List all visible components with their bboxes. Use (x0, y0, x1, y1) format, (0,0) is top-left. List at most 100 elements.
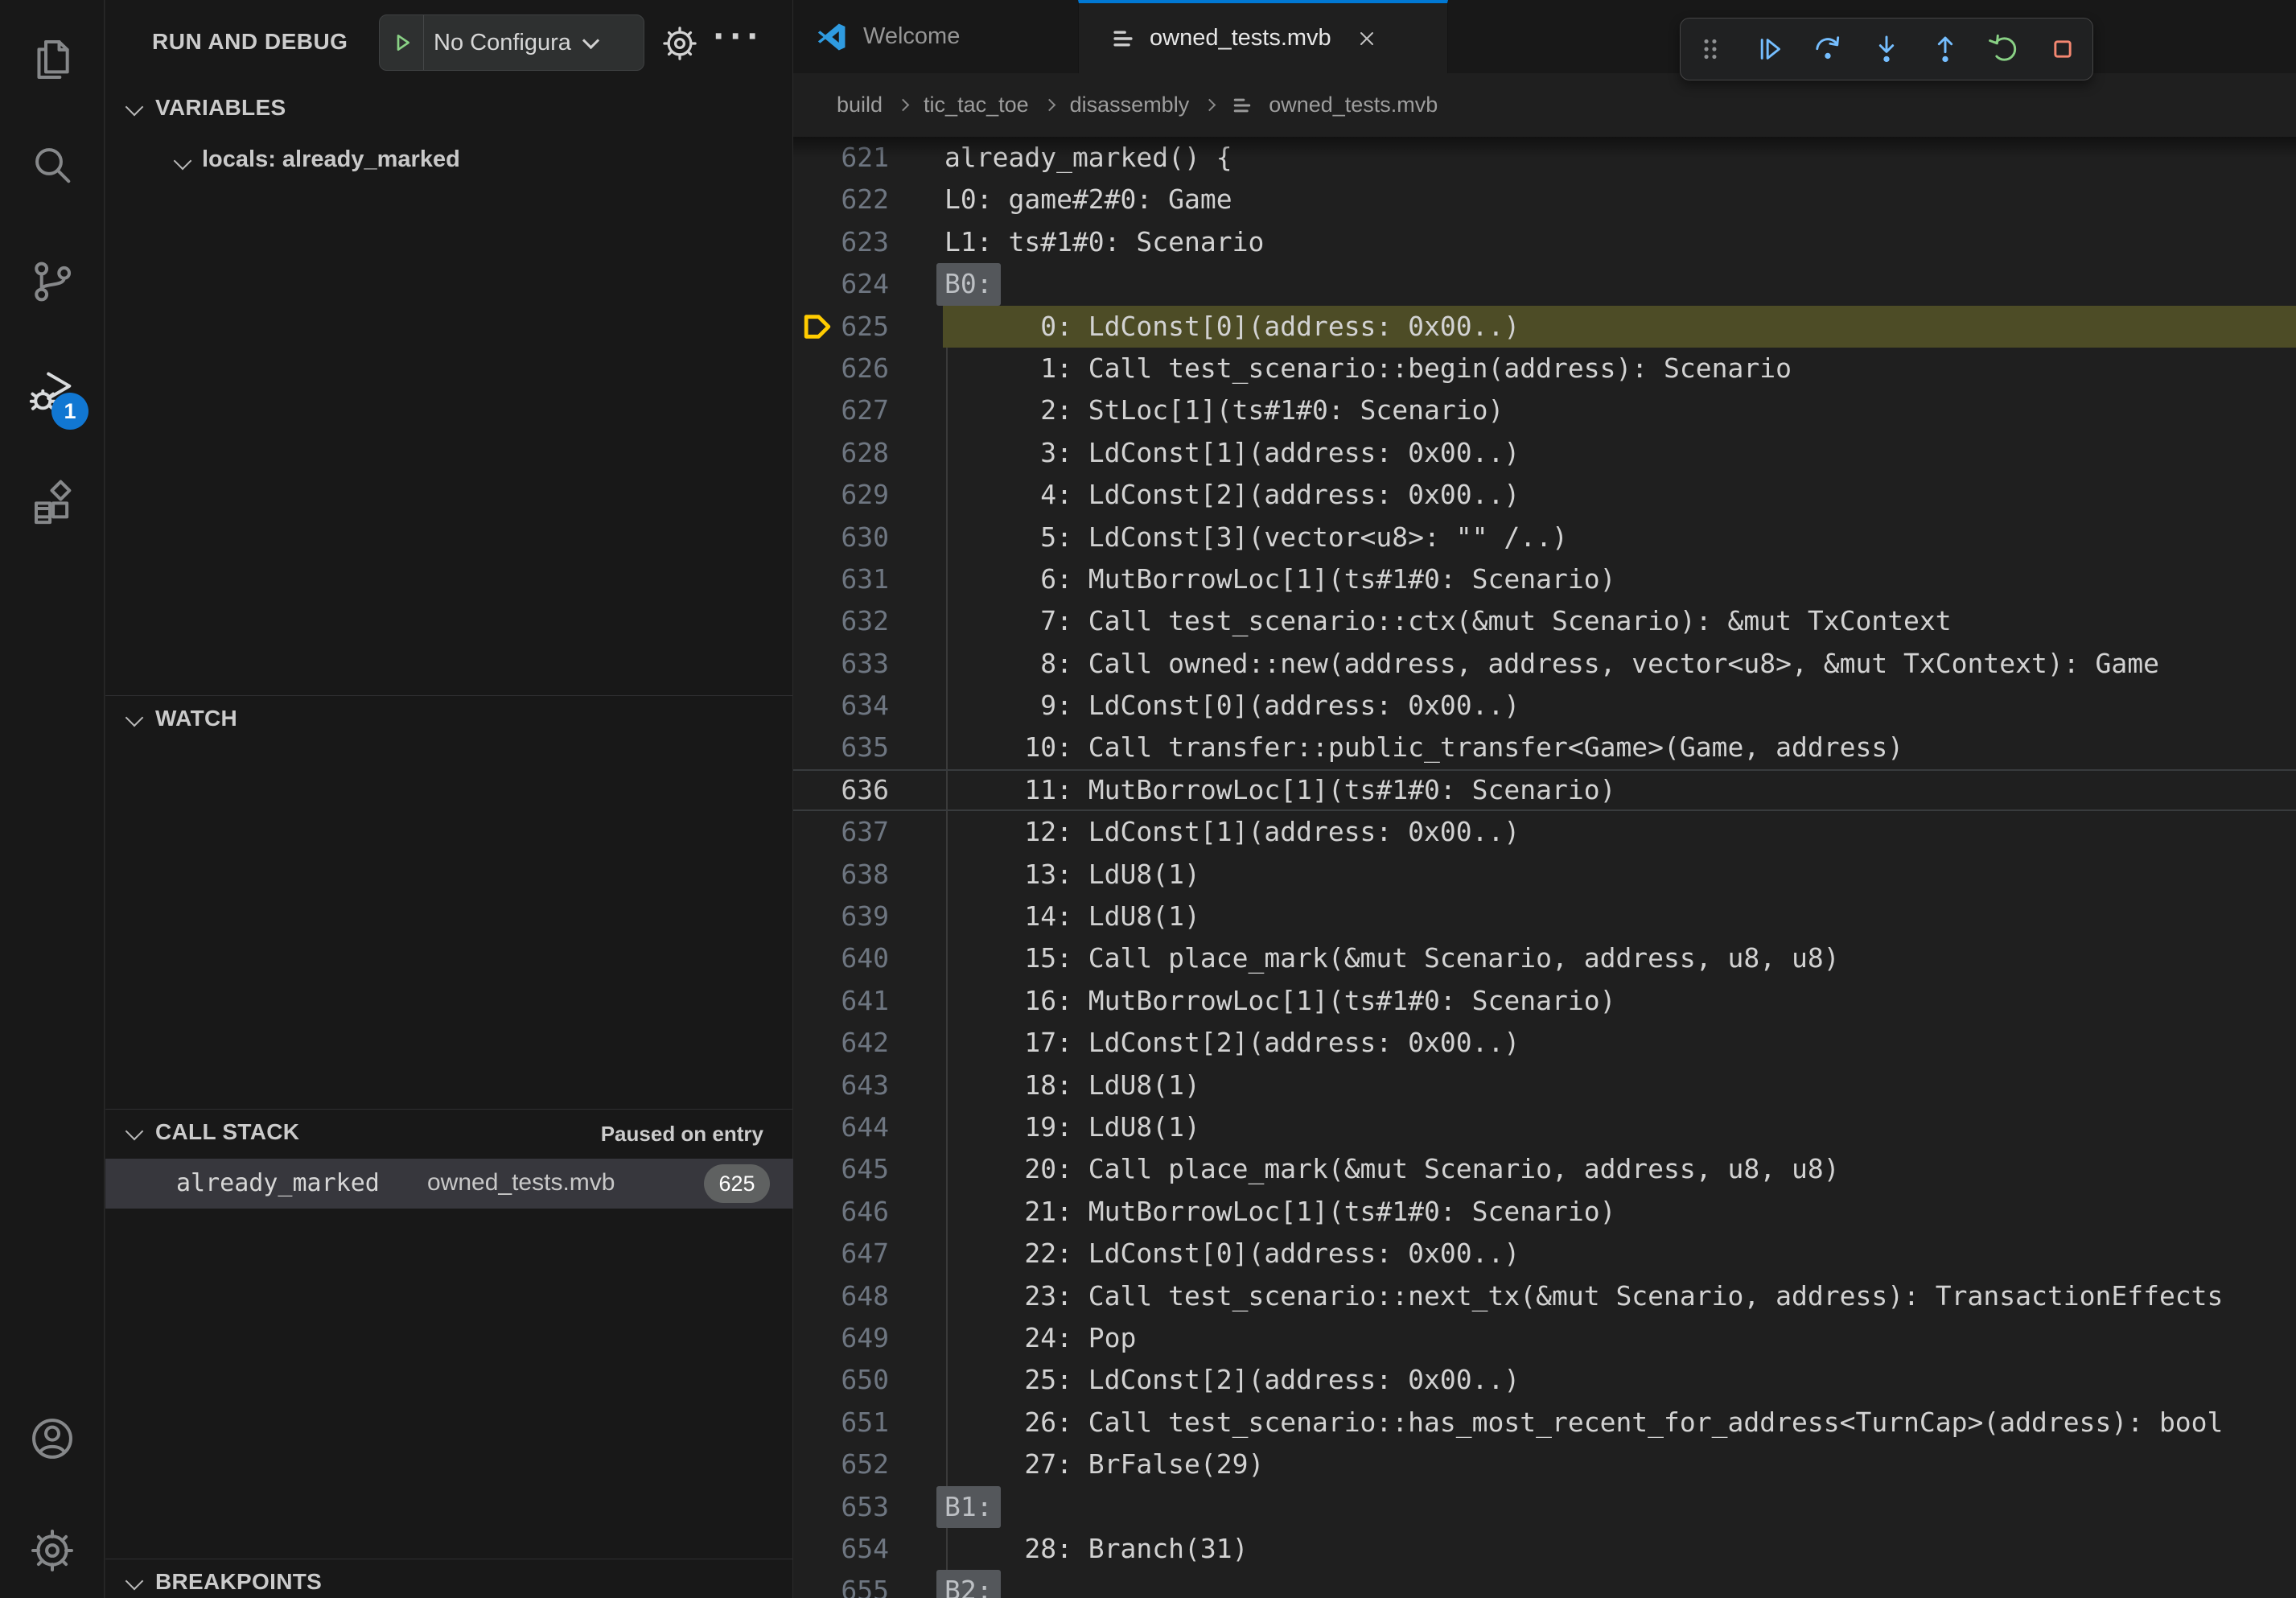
code-line[interactable]: 648 23: Call test_scenario::next_tx(&mut… (793, 1275, 2296, 1317)
line-number[interactable]: 631 (793, 558, 889, 600)
code-line[interactable]: 635 10: Call transfer::public_transfer<G… (793, 727, 2296, 768)
code-line[interactable]: 634 9: LdConst[0](address: 0x00..) (793, 685, 2296, 727)
code-line[interactable]: 625 0: LdConst[0](address: 0x00..) (793, 306, 2296, 348)
breadcrumb-file[interactable]: owned_tests.mvb (1269, 93, 1438, 117)
code-line[interactable]: 642 17: LdConst[2](address: 0x00..) (793, 1022, 2296, 1064)
code-line[interactable]: 630 5: LdConst[3](vector<u8>: "" /..) (793, 517, 2296, 558)
code-line[interactable]: 629 4: LdConst[2](address: 0x00..) (793, 474, 2296, 516)
tab-owned-tests[interactable]: owned_tests.mvb (1078, 0, 1448, 73)
line-number[interactable]: 630 (793, 517, 889, 558)
breadcrumb-item[interactable]: build (837, 93, 883, 117)
stop-icon[interactable] (2045, 31, 2080, 67)
line-number[interactable]: 654 (793, 1528, 889, 1570)
line-number[interactable]: 623 (793, 221, 889, 263)
explorer-icon[interactable] (27, 32, 78, 84)
gear-icon[interactable] (659, 23, 701, 64)
line-number[interactable]: 638 (793, 854, 889, 896)
code-line[interactable]: 650 25: LdConst[2](address: 0x00..) (793, 1359, 2296, 1401)
code-line[interactable]: 638 13: LdU8(1) (793, 854, 2296, 896)
chevron-down-icon[interactable] (125, 1122, 144, 1141)
code-line[interactable]: 655B2: (793, 1570, 2296, 1598)
code-line[interactable]: 637 12: LdConst[1](address: 0x00..) (793, 811, 2296, 853)
code-line[interactable]: 628 3: LdConst[1](address: 0x00..) (793, 432, 2296, 474)
section-watch[interactable]: WATCH (155, 706, 237, 731)
step-into-icon[interactable] (1869, 31, 1904, 67)
code-line[interactable]: 653B1: (793, 1486, 2296, 1528)
restart-icon[interactable] (1986, 31, 2022, 67)
drag-handle-icon[interactable] (1693, 31, 1728, 67)
code-line[interactable]: 645 20: Call place_mark(&mut Scenario, a… (793, 1148, 2296, 1190)
account-icon[interactable] (27, 1413, 78, 1464)
line-number[interactable]: 622 (793, 179, 889, 220)
line-number[interactable]: 629 (793, 474, 889, 516)
variables-scope-locals[interactable]: locals: already_marked (202, 146, 460, 173)
chevron-down-icon[interactable] (125, 709, 144, 727)
extensions-icon[interactable] (27, 480, 78, 531)
code-line[interactable]: 639 14: LdU8(1) (793, 896, 2296, 937)
close-icon[interactable] (1352, 24, 1381, 53)
line-number[interactable]: 649 (793, 1317, 889, 1359)
line-number[interactable]: 653 (793, 1486, 889, 1528)
section-breakpoints[interactable]: BREAKPOINTS (155, 1569, 322, 1595)
code-line[interactable]: 632 7: Call test_scenario::ctx(&mut Scen… (793, 600, 2296, 642)
more-actions-icon[interactable]: ··· (710, 14, 767, 59)
chevron-down-icon[interactable] (174, 152, 192, 171)
settings-gear-icon[interactable] (27, 1525, 78, 1576)
breadcrumb-item[interactable]: tic_tac_toe (924, 93, 1029, 117)
line-number[interactable]: 628 (793, 432, 889, 474)
breadcrumb-item[interactable]: disassembly (1070, 93, 1190, 117)
line-number[interactable]: 647 (793, 1233, 889, 1275)
code-line[interactable]: 646 21: MutBorrowLoc[1](ts#1#0: Scenario… (793, 1191, 2296, 1233)
code-line[interactable]: 626 1: Call test_scenario::begin(address… (793, 348, 2296, 389)
line-number[interactable]: 651 (793, 1402, 889, 1444)
section-variables[interactable]: VARIABLES (155, 95, 286, 121)
code-line[interactable]: 641 16: MutBorrowLoc[1](ts#1#0: Scenario… (793, 980, 2296, 1022)
line-number[interactable]: 648 (793, 1275, 889, 1317)
code-line[interactable]: 636 11: MutBorrowLoc[1](ts#1#0: Scenario… (793, 769, 2296, 811)
search-icon[interactable] (27, 139, 78, 191)
code-line[interactable]: 651 26: Call test_scenario::has_most_rec… (793, 1402, 2296, 1444)
line-number[interactable]: 627 (793, 389, 889, 431)
line-number[interactable]: 646 (793, 1191, 889, 1233)
code-area[interactable]: 621already_marked() {622L0: game#2#0: Ga… (793, 137, 2296, 1598)
line-number[interactable]: 633 (793, 643, 889, 685)
code-line[interactable]: 652 27: BrFalse(29) (793, 1444, 2296, 1485)
line-number[interactable]: 644 (793, 1106, 889, 1148)
chevron-down-icon[interactable] (125, 98, 144, 117)
step-out-icon[interactable] (1928, 31, 1963, 67)
code-line[interactable]: 643 18: LdU8(1) (793, 1065, 2296, 1106)
code-line[interactable]: 622L0: game#2#0: Game (793, 179, 2296, 220)
code-line[interactable]: 644 19: LdU8(1) (793, 1106, 2296, 1148)
line-number[interactable]: 634 (793, 685, 889, 727)
continue-icon[interactable] (1751, 31, 1787, 67)
tab-welcome[interactable]: Welcome (793, 0, 1078, 73)
code-line[interactable]: 623L1: ts#1#0: Scenario (793, 221, 2296, 263)
line-number[interactable]: 624 (793, 263, 889, 305)
code-line[interactable]: 654 28: Branch(31) (793, 1528, 2296, 1570)
line-number[interactable]: 637 (793, 811, 889, 853)
start-debug-play-icon[interactable] (380, 30, 423, 56)
code-line[interactable]: 649 24: Pop (793, 1317, 2296, 1359)
line-number[interactable]: 639 (793, 896, 889, 937)
line-number[interactable]: 655 (793, 1570, 889, 1598)
code-line[interactable]: 647 22: LdConst[0](address: 0x00..) (793, 1233, 2296, 1275)
line-number[interactable]: 636 (793, 771, 889, 809)
line-number[interactable]: 650 (793, 1359, 889, 1401)
code-line[interactable]: 621already_marked() { (793, 137, 2296, 179)
line-number[interactable]: 641 (793, 980, 889, 1022)
source-control-icon[interactable] (27, 256, 78, 307)
code-line[interactable]: 627 2: StLoc[1](ts#1#0: Scenario) (793, 389, 2296, 431)
line-number[interactable]: 640 (793, 937, 889, 979)
debug-config-dropdown[interactable]: No Configura (379, 14, 644, 71)
line-number[interactable]: 621 (793, 137, 889, 179)
line-number[interactable]: 626 (793, 348, 889, 389)
code-line[interactable]: 624B0: (793, 263, 2296, 305)
line-number[interactable]: 645 (793, 1148, 889, 1190)
call-stack-frame[interactable]: already_marked owned_tests.mvb 625 (105, 1159, 793, 1209)
line-number[interactable]: 635 (793, 727, 889, 768)
code-line[interactable]: 633 8: Call owned::new(address, address,… (793, 643, 2296, 685)
step-over-icon[interactable] (1810, 31, 1845, 67)
chevron-down-icon[interactable] (125, 1572, 144, 1591)
section-call-stack[interactable]: CALL STACK (155, 1119, 299, 1145)
line-number[interactable]: 652 (793, 1444, 889, 1485)
